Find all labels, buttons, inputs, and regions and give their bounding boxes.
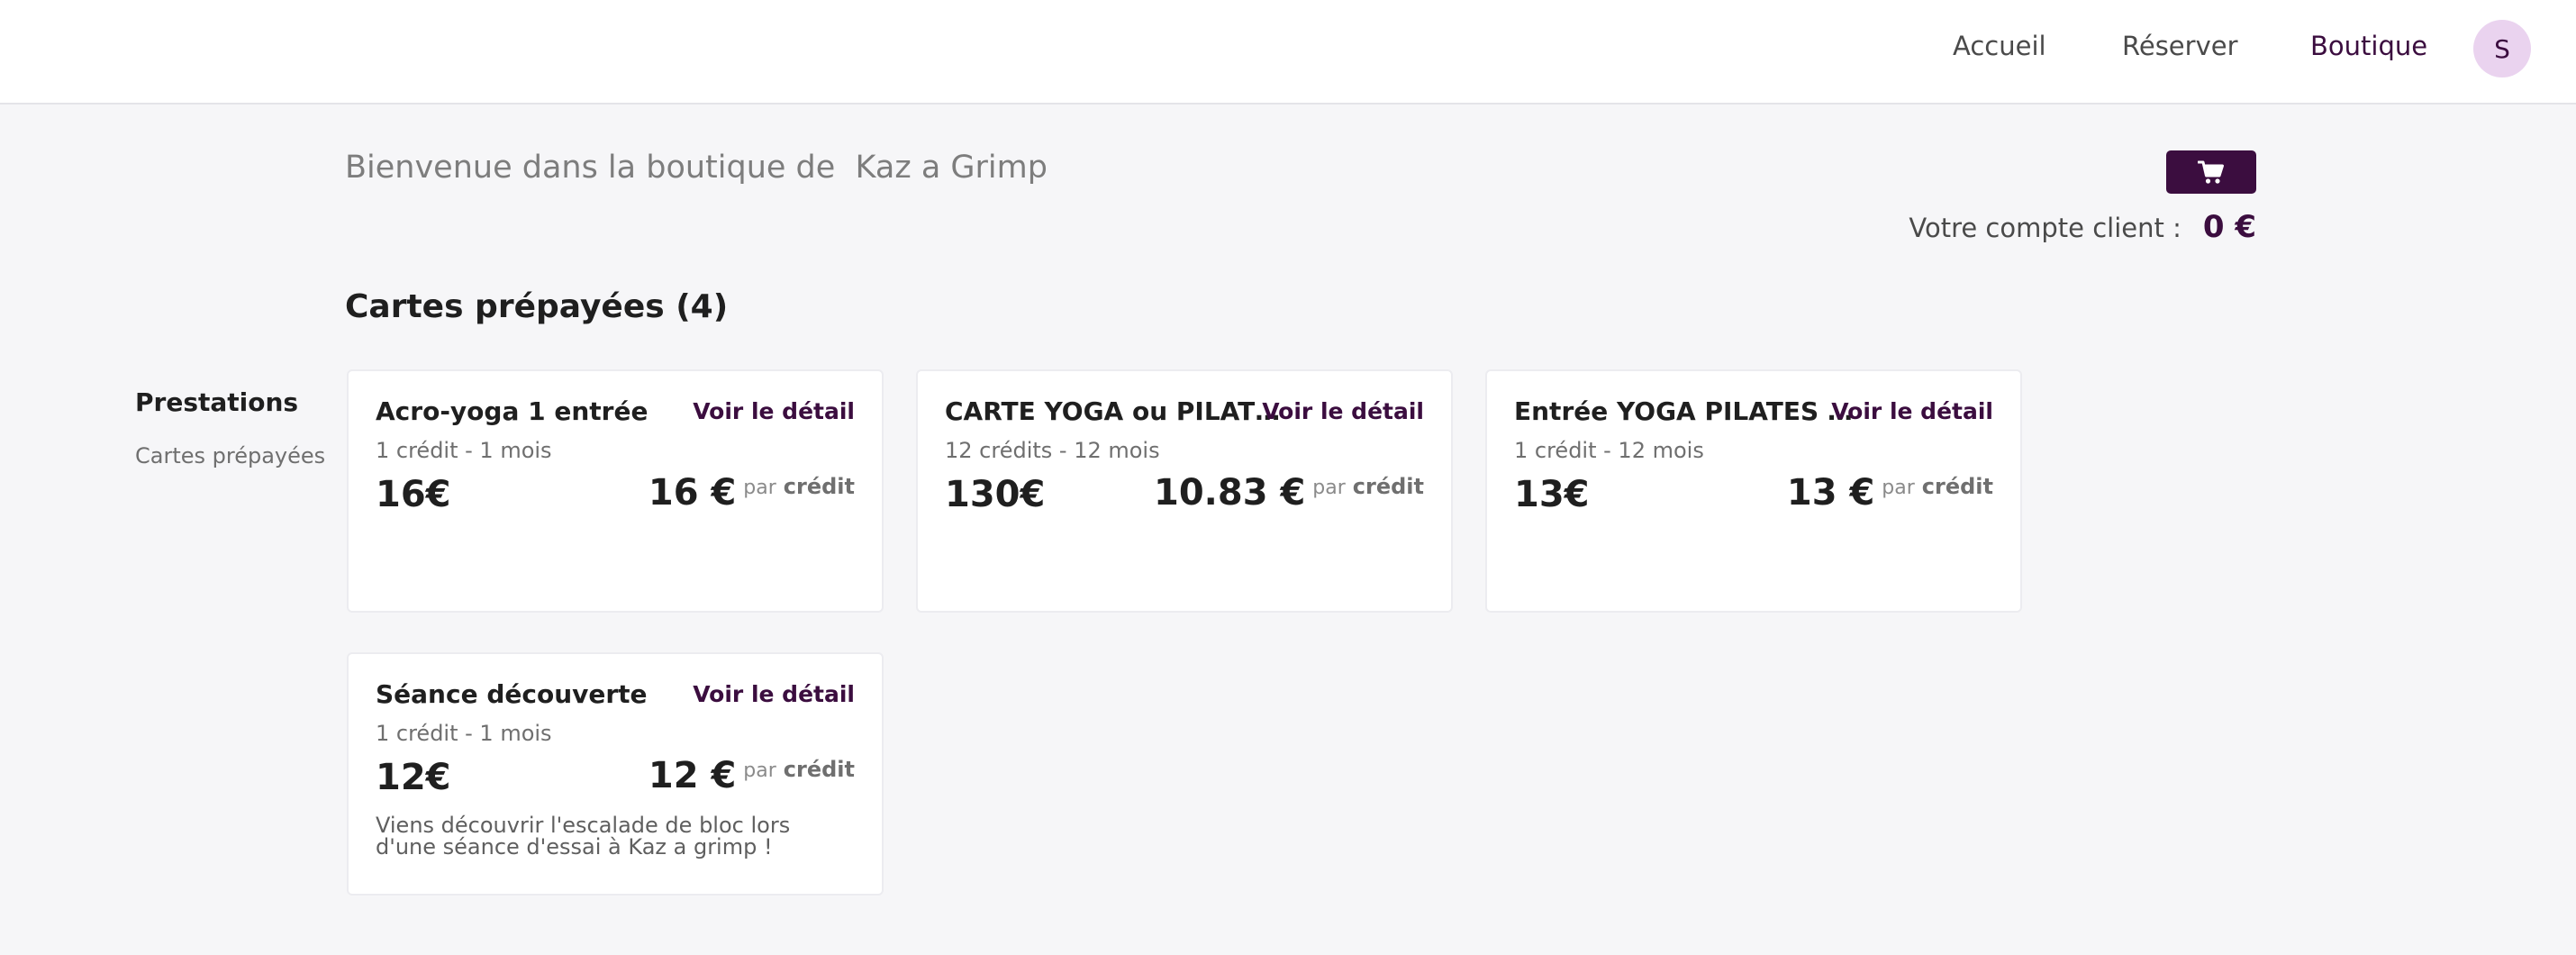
unit-price: 10.83 €	[1154, 472, 1306, 514]
unit-par: par	[1312, 477, 1346, 499]
card-description: Viens découvrir l'escalade de bloc lors …	[376, 813, 791, 860]
sidebar-title: Prestations	[135, 387, 299, 417]
card-price: 16€	[376, 474, 451, 515]
product-card: Entrée YOGA PILATES (1) Voir le détail 1…	[1485, 369, 2022, 613]
product-card: CARTE YOGA ou PILATES (12) Voir le détai…	[916, 369, 1453, 613]
unit-price: 13 €	[1786, 472, 1875, 514]
avatar[interactable]: S	[2473, 20, 2531, 77]
product-card: Acro-yoga 1 entrée Voir le détail 1 créd…	[347, 369, 884, 613]
view-detail-link[interactable]: Voir le détail	[1831, 398, 1993, 424]
card-price: 12€	[376, 757, 451, 798]
card-title: Acro-yoga 1 entrée	[376, 396, 649, 426]
nav-link-reserver[interactable]: Réserver	[2122, 31, 2238, 61]
account-label: Votre compte client :	[1909, 213, 2181, 243]
card-title: Séance découverte	[376, 679, 648, 709]
unit-price: 12 €	[648, 755, 737, 796]
card-subtitle: 12 crédits - 12 mois	[945, 438, 1160, 463]
card-unit-price: 13 € par crédit	[1787, 472, 1993, 514]
unit-par: par	[743, 477, 776, 499]
unit-credit: crédit	[1921, 474, 1993, 499]
view-detail-link[interactable]: Voir le détail	[693, 681, 855, 707]
section-title: Cartes prépayées (4)	[345, 288, 729, 325]
card-subtitle: 1 crédit - 12 mois	[1514, 438, 1704, 463]
card-price: 13€	[1514, 474, 1590, 515]
card-title: CARTE YOGA ou PILATES (12)	[945, 396, 1287, 426]
nav-link-accueil[interactable]: Accueil	[1953, 31, 2046, 61]
card-price: 130€	[945, 474, 1046, 515]
card-subtitle: 1 crédit - 1 mois	[376, 438, 552, 463]
view-detail-link[interactable]: Voir le détail	[1262, 398, 1424, 424]
customer-account: Votre compte client : 0 €	[1909, 209, 2256, 245]
view-detail-link[interactable]: Voir le détail	[693, 398, 855, 424]
welcome-title: Bienvenue dans la boutique de Kaz a Grim…	[345, 150, 1048, 186]
cart-button[interactable]	[2166, 150, 2256, 194]
sidebar-item-cartes-prepayees[interactable]: Cartes prépayées	[135, 443, 325, 468]
top-navigation-bar: Accueil Réserver Boutique S	[0, 0, 2576, 105]
unit-credit: crédit	[783, 757, 855, 782]
product-card: Séance découverte Voir le détail 1 crédi…	[347, 652, 884, 896]
card-unit-price: 10.83 € par crédit	[1154, 472, 1424, 514]
unit-par: par	[1882, 477, 1915, 499]
card-unit-price: 12 € par crédit	[649, 755, 855, 796]
unit-price: 16 €	[648, 472, 737, 514]
account-balance: 0 €	[2202, 209, 2256, 245]
unit-par: par	[743, 759, 776, 782]
cart-icon	[2198, 160, 2224, 184]
unit-credit: crédit	[1352, 474, 1424, 499]
nav-link-boutique[interactable]: Boutique	[2310, 31, 2427, 61]
card-subtitle: 1 crédit - 1 mois	[376, 721, 552, 746]
unit-credit: crédit	[783, 474, 855, 499]
card-unit-price: 16 € par crédit	[649, 472, 855, 514]
card-title: Entrée YOGA PILATES (1)	[1514, 396, 1856, 426]
